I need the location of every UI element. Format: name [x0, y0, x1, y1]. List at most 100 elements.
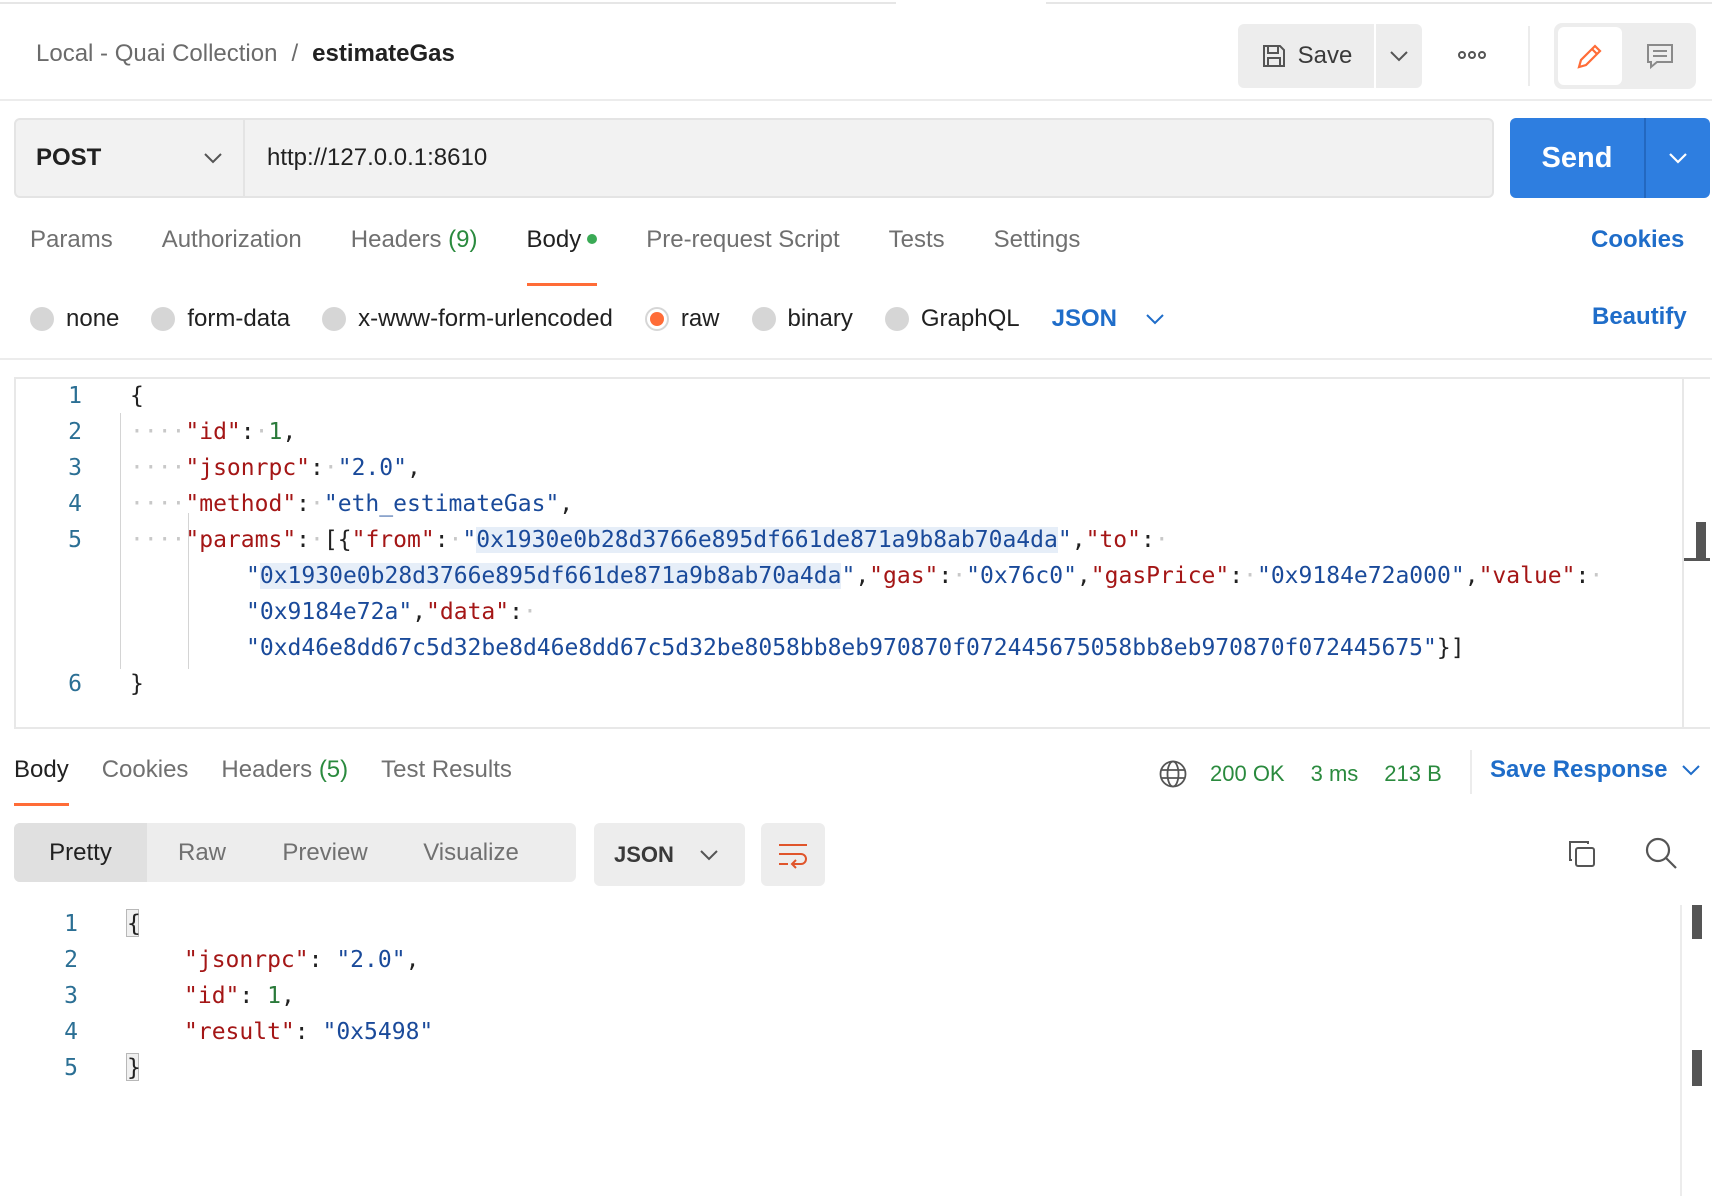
view-raw-button[interactable]: Raw [147, 823, 257, 882]
close-brace: } [130, 671, 144, 697]
response-body-viewer[interactable]: 1 2 3 4 5 { "jsonrpc": "2.0", "id": 1, "… [14, 905, 1710, 1196]
radio-icon [884, 307, 909, 331]
json-key: "data" [426, 599, 510, 625]
url-input[interactable]: http://127.0.0.1:8610 [245, 120, 1492, 196]
save-response-button[interactable]: Save Response [1490, 756, 1701, 784]
copy-button[interactable] [1566, 838, 1598, 875]
json-key: "value" [1478, 563, 1576, 589]
tab-label: Headers [350, 226, 442, 253]
tab-params[interactable]: Params [30, 226, 113, 286]
tab-label: Tests [888, 226, 945, 253]
body-type-graphql[interactable]: GraphQL [884, 305, 1020, 333]
radio-label: none [66, 305, 120, 332]
body-type-none[interactable]: none [30, 305, 119, 333]
json-string: "eth_estimateGas" [323, 491, 560, 517]
tab-label: Test Results [381, 756, 512, 783]
editor-scrollbar-marker [1684, 558, 1710, 561]
json-key: "jsonrpc" [184, 947, 309, 973]
breadcrumb-collection[interactable]: Local - Quai Collection [36, 40, 277, 68]
edit-mode-button[interactable] [1558, 27, 1622, 85]
breadcrumb: Local - Quai Collection / estimateGas [36, 40, 455, 68]
response-tab-test-results[interactable]: Test Results [381, 756, 512, 806]
tab-label: Pre-request Script [646, 226, 840, 253]
response-time[interactable]: 3 ms [1311, 761, 1359, 787]
tab-label: Body [526, 226, 582, 253]
request-name[interactable]: estimateGas [312, 40, 455, 68]
tab-label: Settings [993, 226, 1081, 253]
code-line: { [127, 911, 141, 937]
json-key: "result" [184, 1019, 295, 1045]
tab-headers[interactable]: Headers (9) [351, 226, 478, 286]
send-button[interactable]: Send [1510, 118, 1644, 198]
globe-icon[interactable] [1158, 759, 1188, 789]
method-label: POST [36, 144, 102, 171]
editor-scrollbar-track[interactable] [1682, 379, 1684, 727]
json-number: 1 [267, 983, 281, 1009]
line-number: 5 [64, 1055, 78, 1081]
more-actions-button[interactable] [1454, 40, 1490, 70]
code-line: "0x1930e0b28d3766e895df661de871a9b8ab70a… [246, 563, 1604, 589]
chevron-down-icon [700, 849, 718, 860]
json-key: "to" [1085, 527, 1141, 553]
view-preview-button[interactable]: Preview [257, 823, 393, 882]
code-line: ····"jsonrpc":·"2.0", [130, 455, 421, 481]
method-select[interactable]: POST [16, 120, 245, 196]
tab-body[interactable]: Body [526, 226, 598, 286]
json-key: "gas" [869, 563, 939, 589]
line-number: 6 [68, 671, 82, 697]
editor-scrollbar-thumb[interactable] [1696, 522, 1706, 558]
tab-settings[interactable]: Settings [994, 226, 1081, 286]
response-scrollbar-track[interactable] [1680, 905, 1682, 1196]
json-key: "method" [185, 491, 297, 517]
radio-label: form-data [187, 305, 291, 332]
ellipsis-icon [1458, 51, 1486, 59]
code-line: ····"id":·1, [130, 419, 297, 445]
code-line: "id": 1, [184, 983, 295, 1009]
response-scrollbar-thumb[interactable] [1692, 905, 1702, 939]
view-visualize-button[interactable]: Visualize [393, 823, 549, 882]
radio-selected-icon [644, 307, 669, 331]
json-string: "2.0" [337, 455, 407, 481]
body-type-form-data[interactable]: form-data [151, 305, 290, 333]
save-options-button[interactable] [1376, 24, 1422, 88]
indent-guide [120, 413, 121, 669]
tab-label: Cookies [101, 756, 189, 783]
send-options-button[interactable] [1644, 118, 1710, 198]
status-code[interactable]: 200 OK [1210, 761, 1285, 787]
json-string: "2.0" [336, 947, 406, 973]
response-format-select[interactable]: JSON [594, 823, 745, 886]
beautify-button[interactable]: Beautify [1592, 303, 1687, 331]
body-type-raw[interactable]: raw [644, 305, 720, 333]
response-size[interactable]: 213 B [1384, 761, 1442, 787]
json-string: "0x9184e72a000" [1256, 563, 1465, 589]
json-key: "params" [185, 527, 297, 553]
save-button[interactable]: Save [1238, 24, 1374, 88]
copy-icon [1569, 841, 1595, 867]
line-number: 3 [68, 455, 82, 481]
response-tab-cookies[interactable]: Cookies [102, 756, 189, 806]
comments-button[interactable] [1628, 27, 1692, 85]
raw-format-label: JSON [1051, 305, 1117, 332]
tab-authorization[interactable]: Authorization [162, 226, 302, 286]
search-button[interactable] [1644, 836, 1678, 875]
response-tab-headers[interactable]: Headers (5) [221, 756, 348, 806]
tab-pre-request-script[interactable]: Pre-request Script [646, 226, 839, 286]
header-divider [1528, 26, 1530, 86]
response-tab-body[interactable]: Body [14, 756, 69, 806]
raw-format-select[interactable]: JSON [1052, 305, 1165, 333]
view-pretty-button[interactable]: Pretty [14, 823, 147, 882]
radio-label: GraphQL [920, 305, 1020, 332]
body-type-urlencoded[interactable]: x-www-form-urlencoded [322, 305, 613, 333]
line-number: 3 [64, 983, 78, 1009]
wrap-lines-button[interactable] [761, 823, 825, 886]
tab-tests[interactable]: Tests [889, 226, 945, 286]
body-type-binary[interactable]: binary [751, 305, 853, 333]
response-status: 200 OK 3 ms 213 B [1158, 756, 1468, 792]
headers-count: (9) [448, 226, 478, 253]
json-number: 1 [268, 419, 283, 445]
request-body-editor[interactable]: 1 2 3 4 5 6 { ····"id":·1, ····"jsonrpc"… [14, 377, 1710, 729]
radio-label: raw [680, 305, 720, 332]
body-type-selector: none form-data x-www-form-urlencoded raw… [30, 299, 1165, 339]
send-group: Send [1510, 118, 1710, 198]
cookies-link[interactable]: Cookies [1591, 226, 1684, 254]
